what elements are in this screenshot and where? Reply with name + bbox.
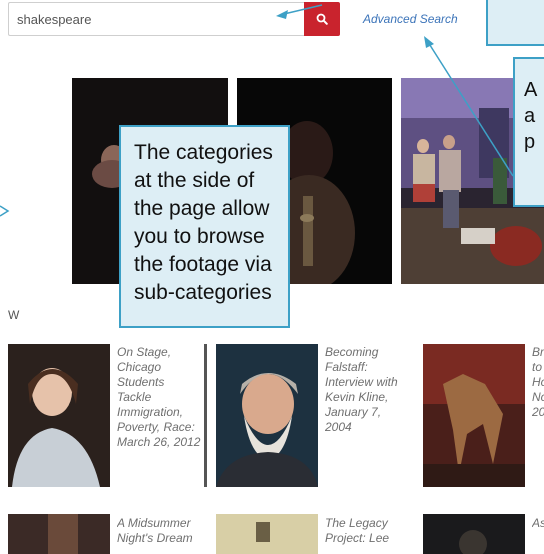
result-3-image bbox=[423, 344, 525, 487]
result-title-2[interactable]: Becoming Falstaff: Interview with Kevin … bbox=[325, 345, 409, 487]
result-thumbnail-3[interactable] bbox=[423, 344, 525, 487]
result-5-image bbox=[216, 514, 318, 554]
result-title-3[interactable]: Br to Ho No 20 bbox=[532, 345, 544, 435]
result-thumbnail-1[interactable] bbox=[8, 344, 110, 487]
result-4-image bbox=[8, 514, 110, 554]
result-title-6[interactable]: As bbox=[532, 516, 544, 536]
result-thumbnail-6[interactable] bbox=[423, 514, 525, 554]
result-2-image bbox=[216, 344, 318, 487]
section-heading-fragment: W bbox=[8, 308, 20, 322]
result-thumbnail-2[interactable] bbox=[216, 344, 318, 487]
result-thumbnail-5[interactable] bbox=[216, 514, 318, 554]
result-title-1[interactable]: On Stage, Chicago Students Tackle Immigr… bbox=[117, 345, 201, 487]
result-6-image bbox=[423, 514, 525, 554]
result-1-image bbox=[8, 344, 110, 487]
result-title-5[interactable]: The Legacy Project: Lee bbox=[325, 516, 415, 552]
result-title-4[interactable]: A Midsummer Night's Dream bbox=[117, 516, 207, 552]
result-divider bbox=[204, 344, 207, 487]
result-thumbnail-4[interactable] bbox=[8, 514, 110, 554]
